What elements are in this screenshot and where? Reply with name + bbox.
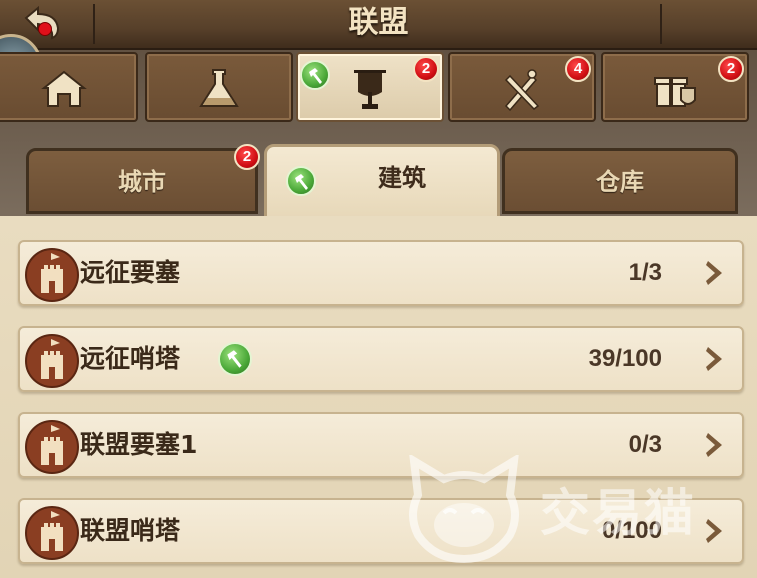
tab-warehouse[interactable]: 仓库 xyxy=(502,148,738,214)
building-count: 1/3 xyxy=(628,259,662,286)
hammer-icon xyxy=(309,68,322,84)
hammer-badge xyxy=(286,166,316,196)
sub-tab-bar: 城市 2 建筑 仓库 xyxy=(0,140,757,220)
building-count: 0/3 xyxy=(628,431,662,458)
hammer-icon xyxy=(295,174,308,190)
page-title: 联盟 xyxy=(348,5,409,40)
building-list-panel: 远征要塞 1/3 远征哨塔 39/100 联盟要塞1 0/3 联盟哨塔 0/10… xyxy=(0,216,757,578)
header-bar: 联盟 xyxy=(0,0,757,50)
notification-dot xyxy=(38,22,52,36)
tower-icon xyxy=(25,334,79,388)
building-name: 远征哨塔 xyxy=(80,344,181,373)
house-icon xyxy=(41,70,87,107)
building-count: 0/100 xyxy=(601,517,662,544)
chevron-right-icon xyxy=(706,261,722,285)
building-row[interactable]: 远征要塞 1/3 xyxy=(18,240,744,306)
tower-icon xyxy=(25,506,79,560)
building-count: 39/100 xyxy=(588,345,662,372)
tower-icon xyxy=(25,420,79,474)
tab-war[interactable]: 4 xyxy=(448,52,596,122)
building-row[interactable]: 远征哨塔 39/100 xyxy=(18,326,744,392)
category-tab-bar: 2 4 2 xyxy=(0,50,757,125)
building-name: 远征要塞 xyxy=(80,258,181,287)
badge-count: 2 xyxy=(234,144,260,170)
tab-label: 城市 xyxy=(118,168,166,196)
banner-icon xyxy=(354,70,386,109)
badge-count: 2 xyxy=(718,56,744,82)
chevron-right-icon xyxy=(706,347,722,371)
hammer-badge xyxy=(218,342,252,376)
tab-label: 建筑 xyxy=(378,164,426,192)
crossed-weapons-icon xyxy=(504,69,540,112)
hammer-icon xyxy=(227,350,242,368)
tab-label: 仓库 xyxy=(596,168,644,196)
chevron-right-icon xyxy=(706,433,722,457)
chevron-right-icon xyxy=(706,519,722,543)
gift-icon xyxy=(654,77,696,107)
building-name: 联盟要塞1 xyxy=(80,430,198,459)
hammer-badge xyxy=(300,60,330,90)
badge-count: 2 xyxy=(413,56,439,82)
game-screen: 联盟 2 4 2 城市 2 建筑 仓库 远征要塞 1/3 远征哨塔 39/100… xyxy=(0,0,757,578)
tab-city[interactable] xyxy=(0,52,138,122)
building-row[interactable]: 联盟要塞1 0/3 xyxy=(18,412,744,478)
building-row[interactable]: 联盟哨塔 0/100 xyxy=(18,498,744,564)
tower-icon xyxy=(25,248,79,302)
tab-research[interactable] xyxy=(145,52,293,122)
tab-city-list[interactable]: 城市 xyxy=(26,148,258,214)
badge-count: 4 xyxy=(565,56,591,82)
flask-icon xyxy=(199,69,239,107)
tab-gifts[interactable]: 2 xyxy=(601,52,749,122)
building-name: 联盟哨塔 xyxy=(80,516,181,545)
tab-banner[interactable]: 2 xyxy=(296,52,444,122)
